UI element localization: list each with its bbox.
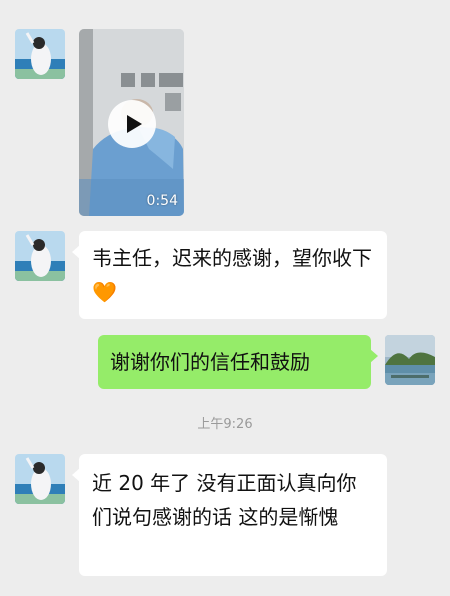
avatar-image (385, 335, 435, 385)
message-text: 近 20 年了 没有正面认真向你们说句感谢的话 这的是惭愧 (92, 471, 357, 529)
contact-avatar[interactable] (15, 231, 65, 281)
video-message[interactable]: 0:54 (79, 29, 184, 216)
play-icon (126, 115, 142, 133)
avatar-image (15, 454, 65, 504)
play-button[interactable] (108, 100, 156, 148)
message-text: 韦主任，迟来的感谢，望你收下 (92, 246, 372, 270)
my-avatar[interactable] (385, 335, 435, 385)
outgoing-message-bubble[interactable]: 谢谢你们的信任和鼓励 (98, 335, 378, 389)
avatar-image (15, 231, 65, 281)
avatar-image (15, 29, 65, 79)
timestamp: 上午9:26 (197, 417, 253, 432)
message-text: 谢谢你们的信任和鼓励 (110, 350, 310, 374)
previous-message-fragment (190, 0, 250, 2)
video-duration: 0:54 (146, 193, 178, 209)
contact-avatar[interactable] (15, 29, 65, 79)
incoming-message-bubble[interactable]: 近 20 年了 没有正面认真向你们说句感谢的话 这的是惭愧 (72, 454, 387, 576)
contact-avatar[interactable] (15, 454, 65, 504)
heart-emoji-icon: 🧡 (92, 280, 117, 304)
incoming-message-bubble[interactable]: 韦主任，迟来的感谢，望你收下 🧡 (72, 231, 387, 319)
